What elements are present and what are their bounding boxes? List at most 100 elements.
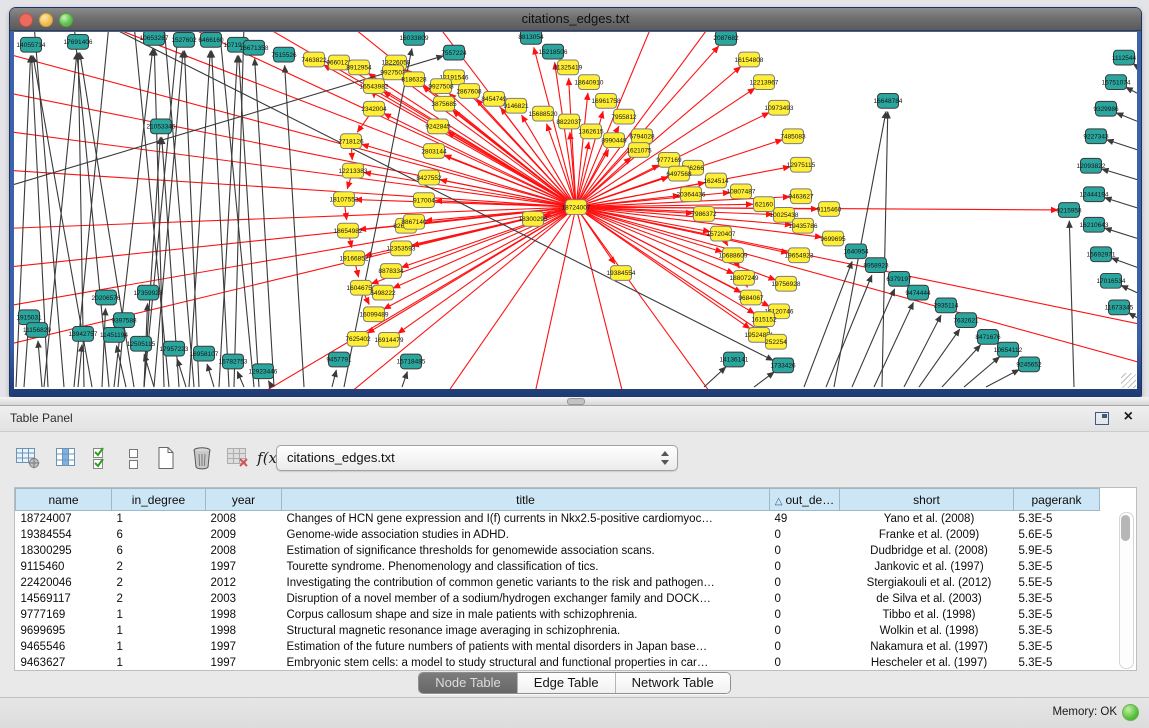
table-cell[interactable]: 19384554	[16, 527, 112, 543]
table-cell[interactable]: 1	[112, 655, 206, 671]
graph-edge[interactable]	[402, 372, 407, 387]
table-cell[interactable]: Wolkin et al. (1998)	[840, 623, 1014, 639]
graph-edge[interactable]	[1126, 87, 1137, 100]
float-window-icon[interactable]	[1095, 412, 1109, 425]
table-cell[interactable]: Tibbo et al. (1998)	[840, 607, 1014, 623]
graph-edge[interactable]	[164, 32, 194, 387]
graph-edge[interactable]	[384, 114, 576, 208]
graph-edge[interactable]	[852, 289, 895, 387]
table-cell[interactable]: 2	[112, 591, 206, 607]
delete-table-icon[interactable]	[224, 444, 252, 472]
table-cell[interactable]: 2	[112, 559, 206, 575]
table-cell[interactable]: 5.5E-5	[1014, 575, 1100, 591]
window-resize-grip-icon[interactable]	[1121, 373, 1136, 388]
table-cell[interactable]: 1	[112, 623, 206, 639]
table-cell[interactable]: 22420046	[16, 575, 112, 591]
table-cell[interactable]: 6	[112, 527, 206, 543]
graph-edge[interactable]	[154, 49, 164, 387]
graph-edge[interactable]	[804, 261, 852, 387]
table-cell[interactable]: 0	[770, 655, 840, 671]
show-columns-icon[interactable]	[52, 444, 80, 472]
table-row[interactable]: 1938455462009Genome-wide association stu…	[16, 527, 1100, 543]
table-cell[interactable]: 0	[770, 639, 840, 655]
table-cell[interactable]: 0	[770, 591, 840, 607]
table-row[interactable]: 1872400712008Changes of HCN gene express…	[16, 511, 1100, 528]
graph-edge[interactable]	[38, 341, 42, 387]
network-canvas[interactable]: 1405571417691406106532871527602646616010…	[14, 32, 1137, 389]
select-unchecked-icon[interactable]	[120, 444, 148, 472]
graph-edge[interactable]	[904, 315, 941, 387]
table-row[interactable]: 1456911722003Disruption of a novel membe…	[16, 591, 1100, 607]
table-cell[interactable]: Franke et al. (2009)	[840, 527, 1014, 543]
table-cell[interactable]: 9777169	[16, 607, 112, 623]
close-panel-icon[interactable]: ×	[1124, 408, 1133, 426]
table-cell[interactable]: Embryonic stem cells: a model to study s…	[282, 655, 770, 671]
table-cell[interactable]: 9699695	[16, 623, 112, 639]
splitter-grip-icon[interactable]	[567, 398, 585, 405]
table-cell[interactable]: 2009	[206, 527, 282, 543]
table-cell[interactable]: 1997	[206, 639, 282, 655]
graph-edge[interactable]	[919, 329, 960, 387]
table-cell[interactable]: 1	[112, 639, 206, 655]
vertical-scrollbar[interactable]	[1119, 512, 1134, 669]
column-header-title[interactable]: title	[282, 489, 770, 511]
graph-edge[interactable]	[154, 51, 183, 387]
table-cell[interactable]: 0	[770, 575, 840, 591]
graph-edge[interactable]	[219, 56, 237, 387]
tab-network-table[interactable]: Network Table	[616, 673, 730, 693]
delete-column-icon[interactable]	[188, 444, 216, 472]
table-cell[interactable]: Jankovic et al. (1997)	[840, 559, 1014, 575]
graph-edge[interactable]	[207, 364, 214, 387]
table-cell[interactable]: 0	[770, 527, 840, 543]
graph-edge[interactable]	[1106, 140, 1137, 154]
table-cell[interactable]: 5.3E-5	[1014, 639, 1100, 655]
column-header-year[interactable]: year	[206, 489, 282, 511]
table-cell[interactable]: Disruption of a novel member of a sodium…	[282, 591, 770, 607]
graph-edge[interactable]	[1104, 228, 1137, 242]
graph-edge[interactable]	[14, 91, 576, 207]
graph-edge[interactable]	[534, 207, 576, 389]
graph-edge[interactable]	[826, 275, 872, 387]
graph-edge[interactable]	[14, 170, 576, 207]
graph-edge[interactable]	[1104, 198, 1137, 212]
graph-edge[interactable]	[1069, 221, 1074, 387]
table-row[interactable]: 946554611997Estimation of the future num…	[16, 639, 1100, 655]
table-cell[interactable]: Estimation of the future numbers of pati…	[282, 639, 770, 655]
table-cell[interactable]: 0	[770, 623, 840, 639]
table-cell[interactable]: 0	[770, 607, 840, 623]
table-cell[interactable]: 5.6E-5	[1014, 527, 1100, 543]
scrollbar-thumb[interactable]	[1121, 515, 1130, 541]
window-title-bar[interactable]: citations_edges.txt	[10, 8, 1141, 31]
table-cell[interactable]: 1	[112, 511, 206, 528]
table-cell[interactable]: 1997	[206, 655, 282, 671]
graph-edge[interactable]	[555, 62, 576, 207]
graph-edge[interactable]	[754, 372, 774, 387]
graph-edge[interactable]	[14, 207, 576, 229]
graph-edge[interactable]	[986, 370, 1019, 388]
graph-edge[interactable]	[268, 381, 272, 387]
table-cell[interactable]: 9465546	[16, 639, 112, 655]
table-select-dropdown[interactable]: citations_edges.txt	[276, 445, 678, 471]
select-checked-icon[interactable]	[88, 444, 116, 472]
graph-edge[interactable]	[134, 32, 169, 387]
graph-edge[interactable]	[1133, 64, 1137, 76]
table-cell[interactable]: 1998	[206, 607, 282, 623]
table-cell[interactable]: 1	[112, 607, 206, 623]
table-cell[interactable]: 5.3E-5	[1014, 559, 1100, 575]
table-cell[interactable]: Corpus callosum shape and size in male p…	[282, 607, 770, 623]
graph-edge[interactable]	[332, 370, 336, 387]
column-header-pagerank[interactable]: pagerank	[1014, 489, 1100, 511]
table-cell[interactable]: 5.3E-5	[1014, 511, 1100, 528]
graph-edge[interactable]	[1121, 285, 1137, 298]
table-cell[interactable]: Stergiakouli et al. (2012)	[840, 575, 1014, 591]
table-cell[interactable]: Dudbridge et al. (2008)	[840, 543, 1014, 559]
table-cell[interactable]: 5.3E-5	[1014, 623, 1100, 639]
table-row[interactable]: 1830029562008Estimation of significance …	[16, 543, 1100, 559]
table-cell[interactable]: 2003	[206, 591, 282, 607]
table-cell[interactable]: 2008	[206, 543, 282, 559]
table-row[interactable]: 911546021997Tourette syndrome. Phenomeno…	[16, 559, 1100, 575]
table-cell[interactable]: Hescheler et al. (1997)	[840, 655, 1014, 671]
tab-node-table[interactable]: Node Table	[419, 673, 518, 693]
table-cell[interactable]: 18300295	[16, 543, 112, 559]
graph-edge[interactable]	[882, 112, 888, 387]
